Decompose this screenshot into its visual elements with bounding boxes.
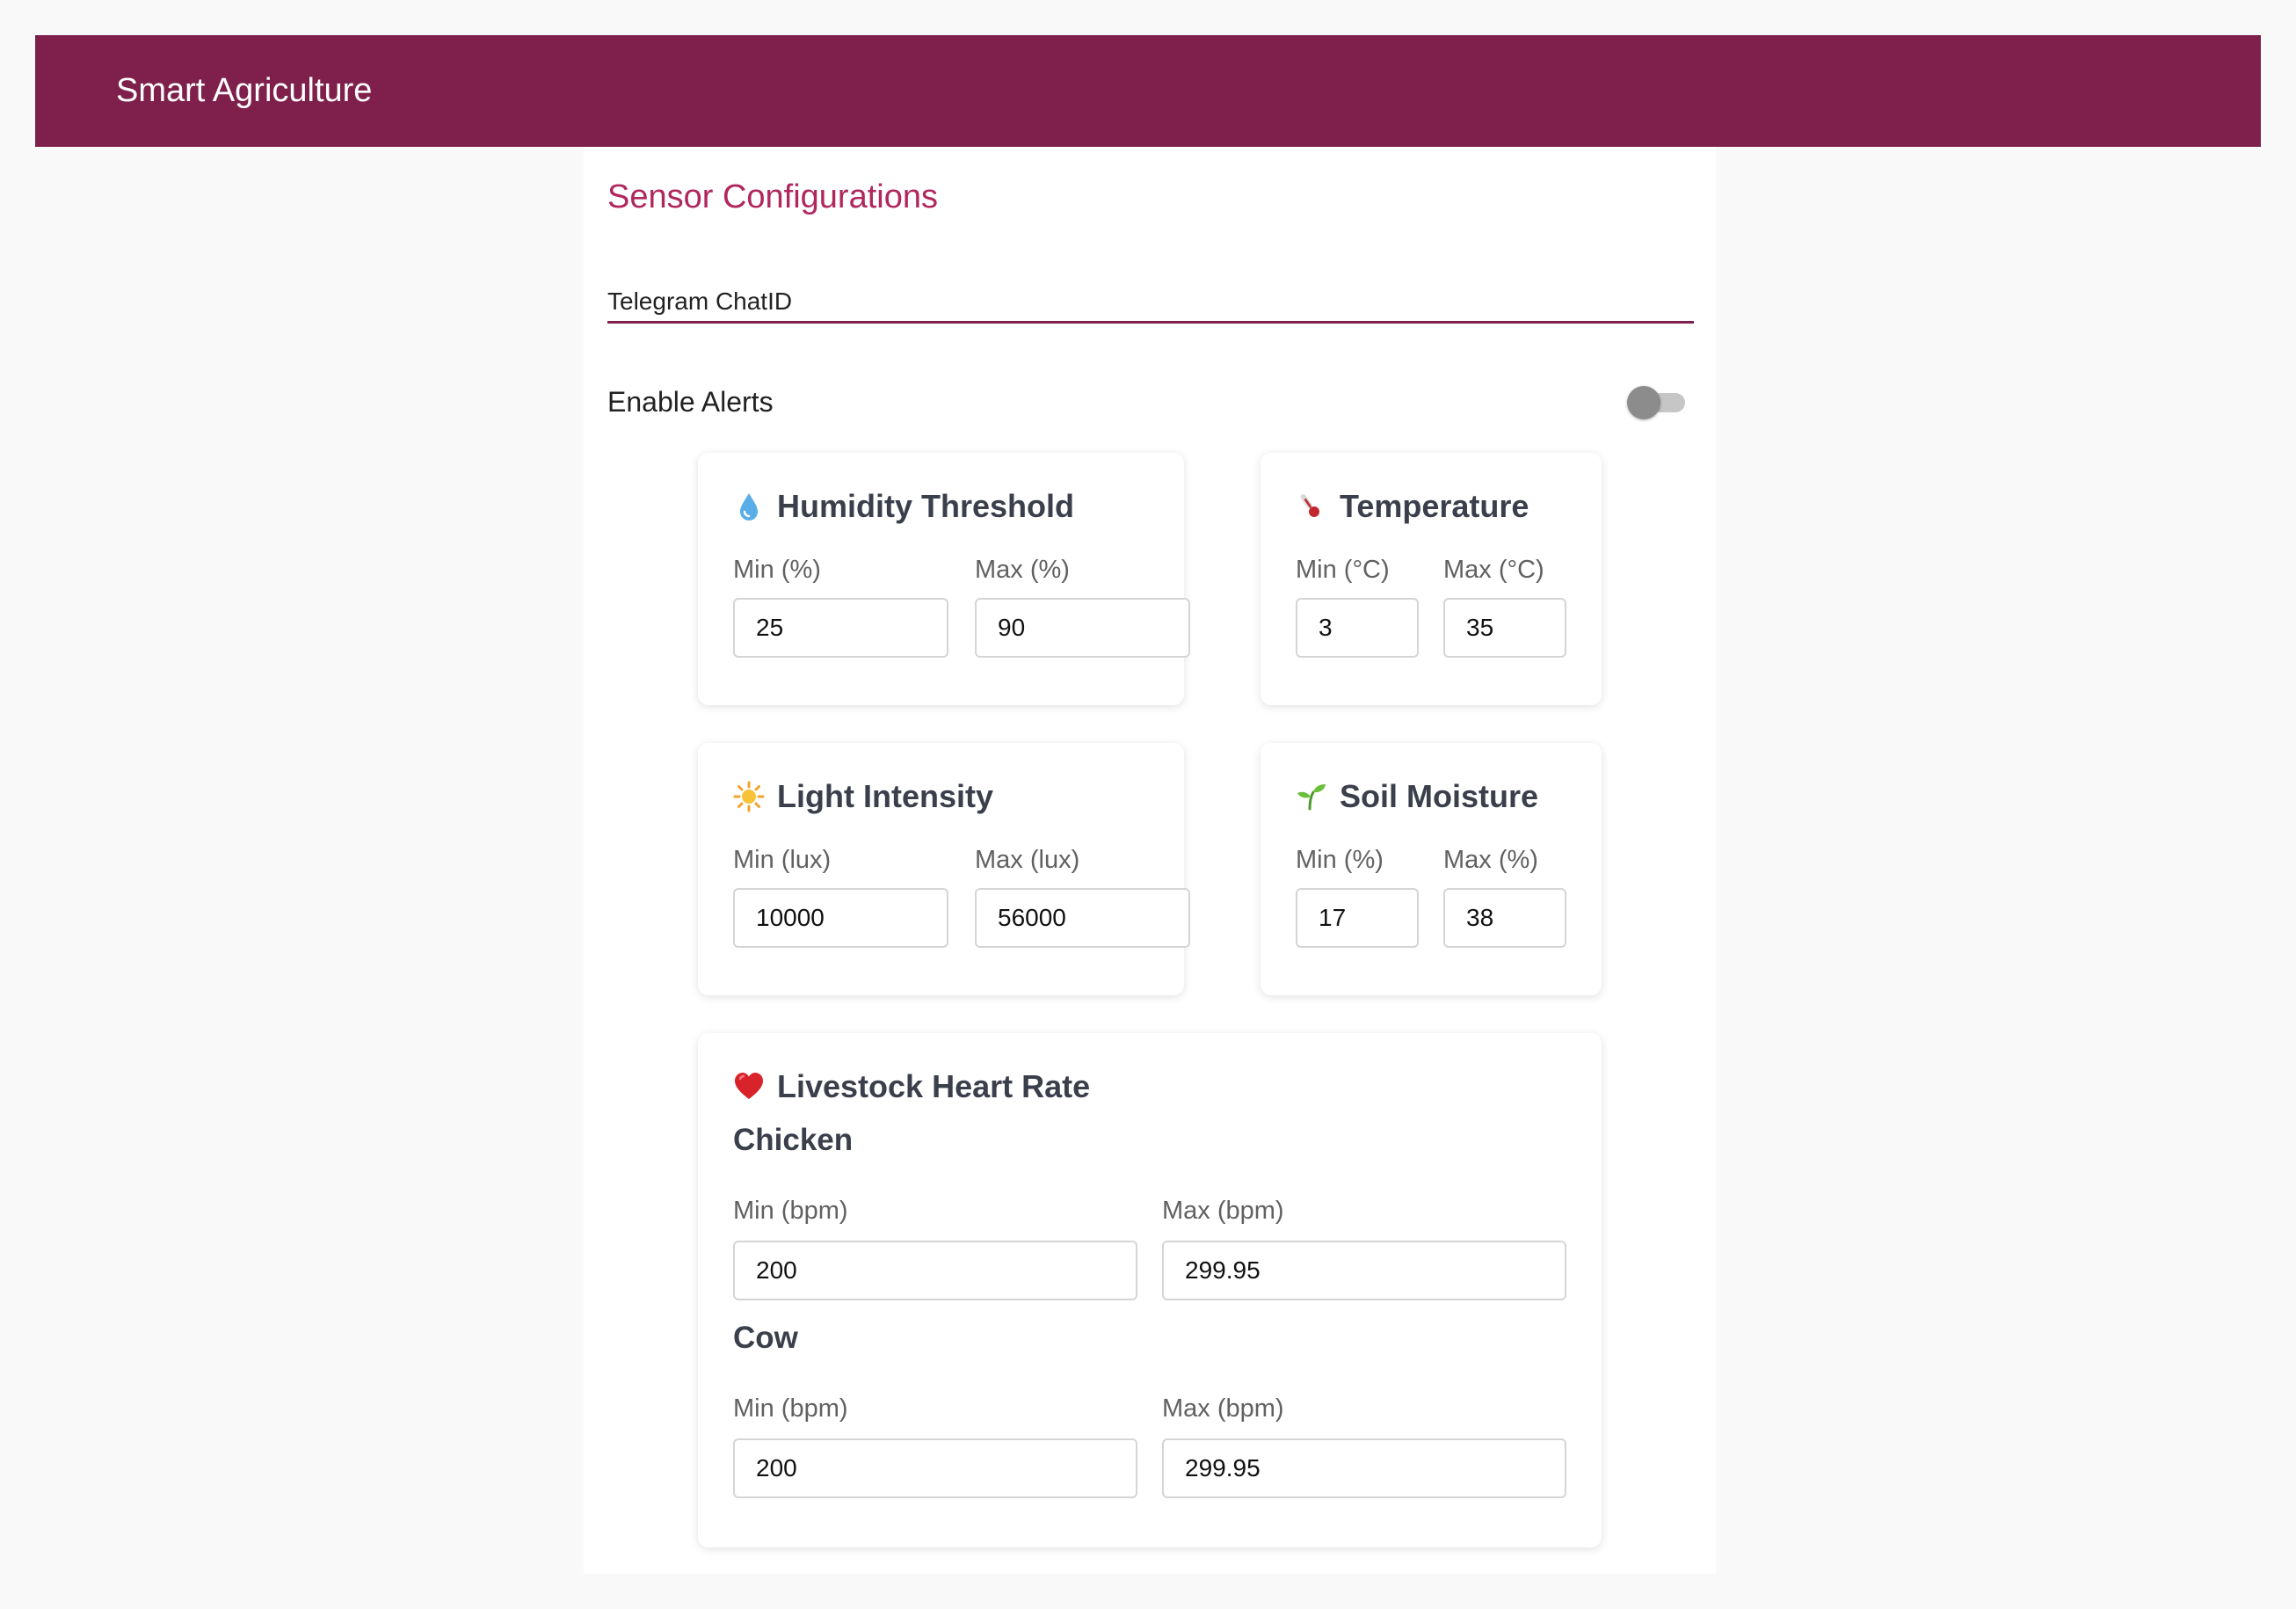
humidity-card-header: Humidity Threshold (733, 488, 1074, 525)
light-card-header: Light Intensity (733, 778, 993, 815)
humidity-max-label: Max (%) (975, 556, 1070, 584)
heart-rate-card-title: Livestock Heart Rate (777, 1068, 1091, 1104)
temperature-card-title: Temperature (1340, 488, 1529, 524)
temperature-min-input[interactable] (1296, 598, 1419, 658)
soil-card-header: Soil Moisture (1296, 778, 1538, 815)
soil-card: Soil Moisture Min (%) Max (%) (1261, 743, 1602, 995)
light-card-title: Light Intensity (777, 778, 993, 814)
temperature-max-input[interactable] (1443, 598, 1566, 658)
temperature-card-header: Temperature (1296, 488, 1529, 525)
light-min-label: Min (lux) (733, 846, 832, 874)
sun-icon (733, 781, 765, 812)
temperature-min-label: Min (°C) (1296, 556, 1390, 584)
telegram-chatid-label: Telegram ChatID (607, 288, 793, 315)
chicken-max-label: Max (bpm) (1162, 1197, 1284, 1225)
humidity-min-input[interactable] (733, 598, 948, 658)
soil-max-input[interactable] (1443, 888, 1566, 948)
cow-min-input[interactable] (733, 1438, 1137, 1498)
soil-min-input[interactable] (1296, 888, 1419, 948)
chicken-max-input[interactable] (1162, 1241, 1566, 1300)
light-card: Light Intensity Min (lux) Max (lux) (698, 743, 1190, 995)
light-min-input[interactable] (733, 888, 948, 948)
heart-rate-card-header: Livestock Heart Rate (733, 1068, 1090, 1105)
temperature-card: Temperature Min (°C) Max (°C) (1261, 453, 1602, 705)
cow-subtitle: Cow (733, 1321, 798, 1355)
soil-card-title: Soil Moisture (1340, 778, 1539, 814)
cow-max-label: Max (bpm) (1162, 1394, 1284, 1423)
humidity-min-label: Min (%) (733, 556, 821, 584)
humidity-card-title: Humidity Threshold (777, 488, 1075, 524)
droplet-icon (733, 491, 765, 522)
soil-min-label: Min (%) (1296, 846, 1384, 874)
telegram-chatid-field[interactable]: Telegram ChatID (607, 288, 1694, 324)
humidity-max-input[interactable] (975, 598, 1190, 658)
enable-alerts-toggle[interactable] (1627, 386, 1685, 419)
chicken-min-label: Min (bpm) (733, 1197, 848, 1225)
chicken-min-input[interactable] (733, 1241, 1137, 1300)
cow-max-input[interactable] (1162, 1438, 1566, 1498)
config-panel: Sensor Configurations Telegram ChatID En… (584, 147, 1716, 1574)
light-max-input[interactable] (975, 888, 1190, 948)
page-title: Sensor Configurations (607, 178, 938, 215)
enable-alerts-label: Enable Alerts (607, 386, 774, 418)
light-max-label: Max (lux) (975, 846, 1080, 874)
app-bar: Smart Agriculture (35, 35, 2261, 147)
seedling-icon (1296, 781, 1327, 812)
app-title: Smart Agriculture (116, 72, 373, 109)
soil-max-label: Max (%) (1443, 846, 1538, 874)
enable-alerts-row: Enable Alerts (607, 374, 1694, 426)
temperature-max-label: Max (°C) (1443, 556, 1544, 584)
chicken-subtitle: Chicken (733, 1123, 854, 1157)
heart-rate-card: Livestock Heart Rate Chicken Min (bpm) M… (698, 1033, 1602, 1547)
heart-icon (733, 1071, 765, 1103)
cow-min-label: Min (bpm) (733, 1394, 848, 1423)
thermometer-icon (1296, 491, 1327, 522)
toggle-thumb (1627, 386, 1660, 419)
humidity-card: Humidity Threshold Min (%) Max (%) (698, 453, 1190, 705)
